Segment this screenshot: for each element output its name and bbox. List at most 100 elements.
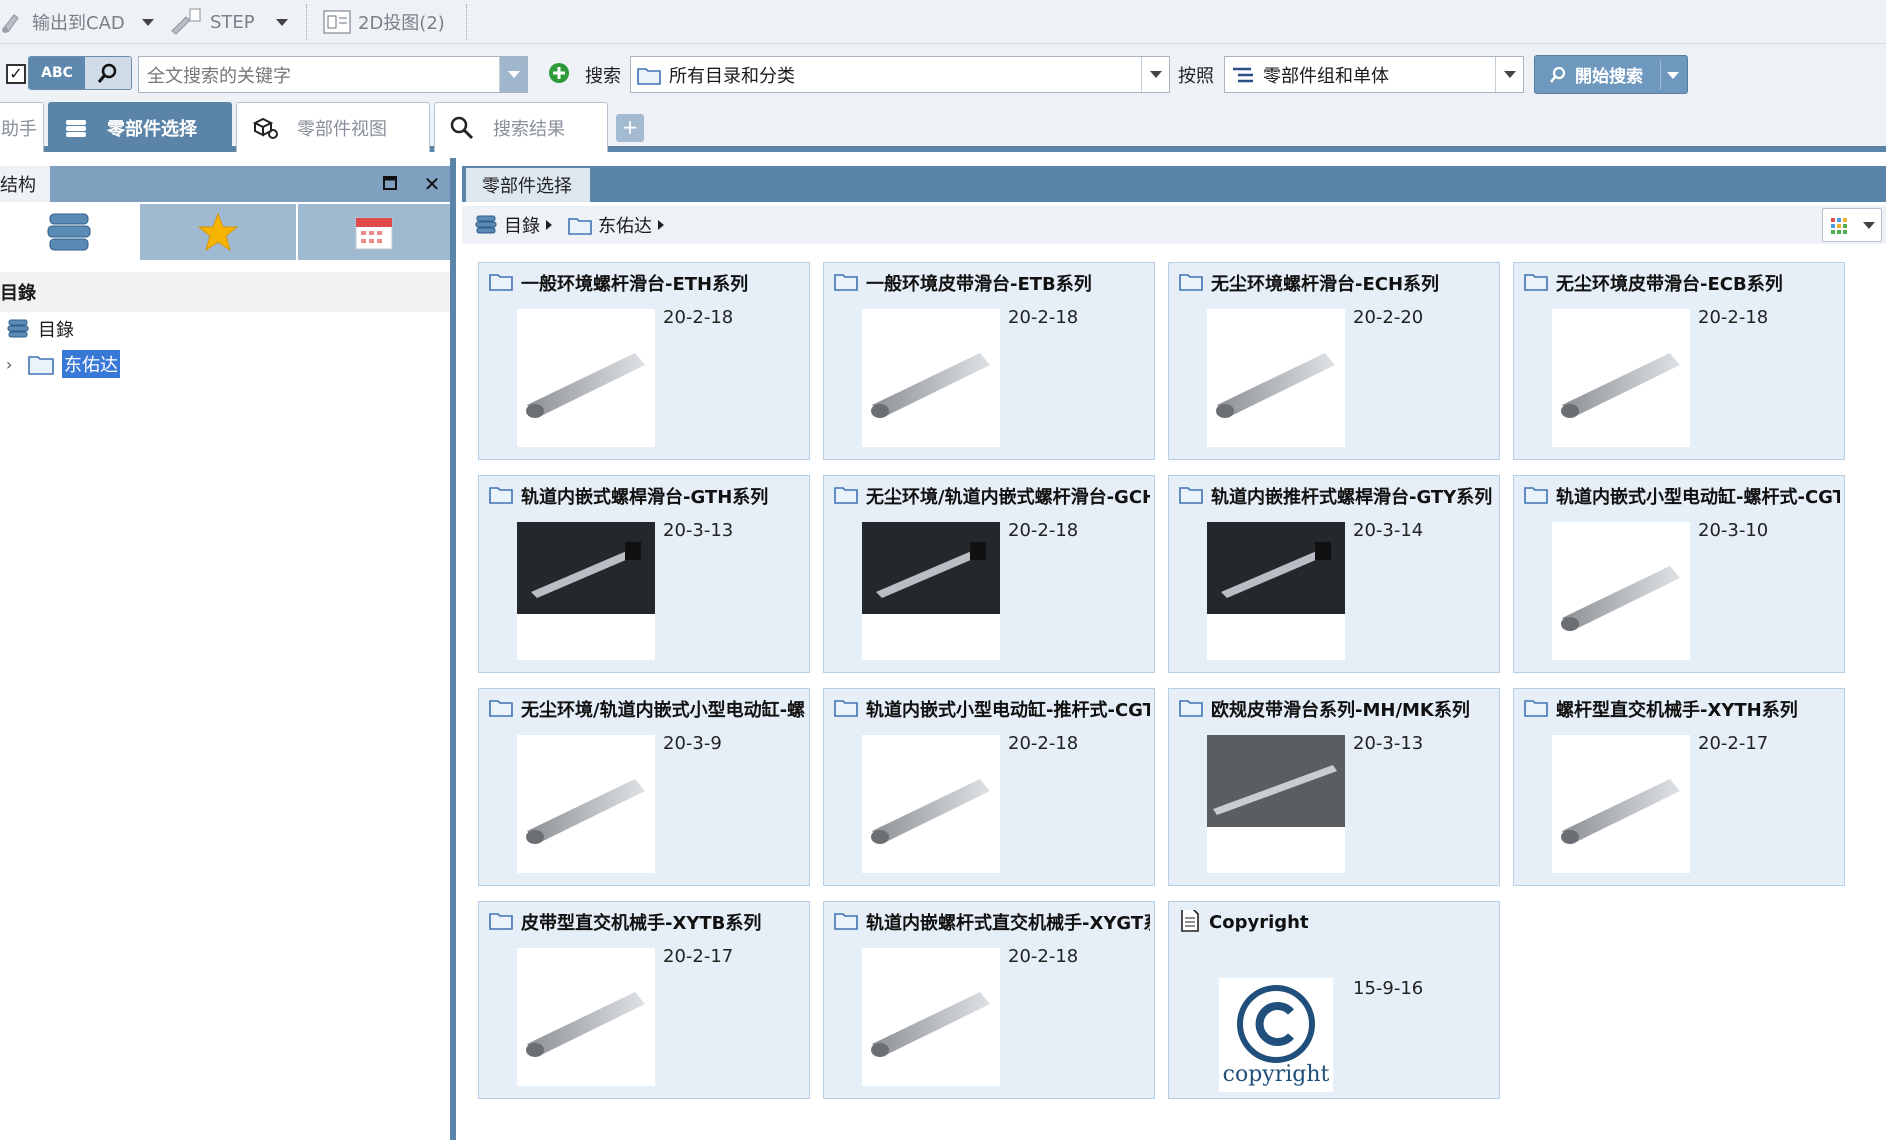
chevron-right-icon[interactable]: › — [6, 355, 20, 374]
part-card[interactable]: 皮带型直交机械手-XYTB系列 20-2-17 — [478, 901, 810, 1099]
keyword-search-input[interactable]: 全文搜索的关键字 — [138, 56, 528, 93]
part-card[interactable]: 一般环境螺杆滑台-ETH系列 20-2-18 — [478, 262, 810, 460]
add-tab-button[interactable]: + — [616, 114, 644, 142]
part-card[interactable]: 轨道内嵌螺杆式直交机械手-XYGT系 20-2-18 — [823, 901, 1155, 1099]
tab-label: 零部件视图 — [297, 118, 387, 140]
breadcrumb-catalog[interactable]: 目錄 — [474, 212, 552, 238]
2d-projection-button[interactable]: 2D投图(2) — [322, 6, 445, 38]
search-icon — [1549, 66, 1566, 83]
folder-icon — [489, 484, 513, 508]
export-cad-dropdown-caret[interactable] — [142, 19, 154, 26]
part-card[interactable]: 轨道内嵌式螺桿滑台-GTH系列 20-3-13 — [478, 475, 810, 673]
type-dropdown-button[interactable] — [1495, 57, 1523, 92]
breadcrumb-dongyouda[interactable]: 东佑达 — [568, 212, 664, 238]
chevron-down-icon[interactable] — [1863, 221, 1875, 229]
keyword-dropdown-button[interactable] — [499, 57, 527, 92]
part-card-title: 轨道内嵌式螺桿滑台-GTH系列 — [489, 484, 805, 508]
part-card[interactable]: 欧规皮带滑台系列-MH/MK系列 20-3-13 — [1168, 688, 1500, 886]
breadcrumb-label: 目錄 — [504, 216, 540, 237]
part-card-title-text: 无尘环境/轨道内嵌式螺杆滑台-GCH — [866, 487, 1150, 508]
step-dropdown-caret[interactable] — [276, 19, 288, 26]
scope-dropdown-button[interactable] — [1141, 57, 1169, 92]
part-card-title-text: 无尘环境螺杆滑台-ECH系列 — [1211, 274, 1440, 295]
folder-icon — [834, 697, 858, 721]
fuzzy-search-button[interactable] — [85, 57, 131, 89]
part-card-date: 20-2-18 — [1008, 733, 1079, 754]
part-card[interactable]: 螺杆型直交机械手-XYTH系列 20-2-17 — [1513, 688, 1845, 886]
folder-icon — [1179, 271, 1203, 295]
close-icon[interactable]: ✕ — [420, 172, 444, 196]
part-card-title: 螺杆型直交机械手-XYTH系列 — [1524, 697, 1840, 721]
part-card[interactable]: 无尘环境螺杆滑台-ECH系列 20-2-20 — [1168, 262, 1500, 460]
by-label: 按照 — [1178, 66, 1214, 87]
part-card-title: Copyright — [1179, 910, 1495, 934]
part-card-title: 无尘环境螺杆滑台-ECH系列 — [1179, 271, 1495, 295]
favorites-view-button[interactable] — [140, 204, 296, 260]
part-card-title-text: Copyright — [1209, 911, 1309, 933]
part-thumbnail — [1552, 522, 1690, 660]
part-thumbnail — [1207, 522, 1345, 660]
part-thumbnail — [517, 735, 655, 873]
2d-drawing-icon — [323, 10, 351, 34]
part-card-date: 20-3-13 — [1353, 733, 1424, 754]
tab-search-results[interactable]: 搜索结果 — [434, 102, 608, 152]
breadcrumb-arrow-icon[interactable] — [546, 220, 552, 230]
part-thumbnail — [862, 948, 1000, 1086]
search-icon — [450, 116, 474, 139]
calendar-icon — [355, 217, 393, 250]
part-card[interactable]: 轨道内嵌式小型电动缸-螺杆式-CGT 20-3-10 — [1513, 475, 1845, 673]
step-button[interactable]: STEP — [170, 6, 255, 38]
breadcrumb-arrow-icon[interactable] — [658, 220, 664, 230]
folder-icon — [1524, 697, 1548, 721]
tab-part-view[interactable]: 零部件视图 — [236, 102, 430, 152]
tree-item-catalog-root[interactable]: 目錄 — [6, 316, 74, 342]
part-thumbnail: copyright — [1219, 978, 1333, 1092]
part-card-title: 轨道内嵌推杆式螺桿滑台-GTY系列 — [1179, 484, 1495, 508]
part-card-date: 20-3-9 — [663, 733, 722, 754]
button-divider — [1660, 60, 1661, 90]
chevron-down-icon[interactable] — [1667, 72, 1679, 79]
tree-item-dongyouda[interactable]: › 东佑达 — [6, 350, 120, 378]
folder-icon — [1179, 697, 1203, 721]
start-search-button[interactable]: 開始搜索 — [1534, 55, 1688, 94]
abc-mode-button[interactable]: ABC — [29, 57, 85, 89]
add-green-icon[interactable] — [548, 62, 570, 84]
part-thumbnail — [1207, 735, 1345, 873]
cube-parts-icon — [252, 117, 278, 139]
part-card[interactable]: 无尘环境/轨道内嵌式螺杆滑台-GCH 20-2-18 — [823, 475, 1155, 673]
part-card-title-text: 螺杆型直交机械手-XYTH系列 — [1556, 700, 1798, 721]
view-mode-button[interactable] — [1822, 208, 1882, 242]
step-icon — [171, 8, 201, 35]
search-mode-toggle[interactable]: ABC — [28, 56, 132, 90]
tab-assistant[interactable]: 助手 — [0, 102, 44, 152]
catalog-scope-select[interactable]: 所有目录和分类 — [630, 56, 1170, 93]
start-search-label: 開始搜索 — [1575, 67, 1643, 87]
folder-icon — [834, 910, 858, 934]
part-card[interactable]: 一般环境皮带滑台-ETB系列 20-2-18 — [823, 262, 1155, 460]
part-thumbnail — [1552, 735, 1690, 873]
part-card[interactable]: 轨道内嵌式小型电动缸-推杆式-CGT 20-2-18 — [823, 688, 1155, 886]
part-card[interactable]: 无尘环境皮带滑台-ECB系列 20-2-18 — [1513, 262, 1845, 460]
part-card[interactable]: 轨道内嵌推杆式螺桿滑台-GTY系列 20-3-14 — [1168, 475, 1500, 673]
history-view-button[interactable] — [298, 204, 450, 260]
part-card[interactable]: 无尘环境/轨道内嵌式小型电动缸-螺 20-3-9 — [478, 688, 810, 886]
part-card[interactable]: Copyright copyright 15-9-16 — [1168, 901, 1500, 1099]
star-icon — [197, 212, 239, 252]
folder-icon — [1524, 271, 1548, 295]
tab-label: 助手 — [1, 118, 37, 140]
maximize-icon[interactable] — [378, 172, 402, 196]
part-card-title-text: 轨道内嵌式螺桿滑台-GTH系列 — [521, 487, 769, 508]
export-cad-button[interactable]: 输出到CAD — [0, 6, 125, 38]
catalog-view-button[interactable] — [0, 204, 138, 260]
part-thumbnail — [517, 309, 655, 447]
magnifier-icon — [97, 63, 117, 83]
part-type-select[interactable]: 零部件组和单体 — [1224, 56, 1524, 93]
content-tab-part-selection[interactable]: 零部件选择 — [466, 168, 590, 202]
tab-part-selection[interactable]: 零部件选择 — [48, 102, 232, 152]
part-card-date: 20-2-18 — [1008, 946, 1079, 967]
folder-icon — [1179, 484, 1203, 508]
part-card-title-text: 皮带型直交机械手-XYTB系列 — [521, 913, 762, 934]
fulltext-checkbox[interactable]: ✓ — [6, 64, 26, 84]
part-card-title-text: 欧规皮带滑台系列-MH/MK系列 — [1211, 700, 1470, 721]
part-card-title: 一般环境螺杆滑台-ETH系列 — [489, 271, 805, 295]
